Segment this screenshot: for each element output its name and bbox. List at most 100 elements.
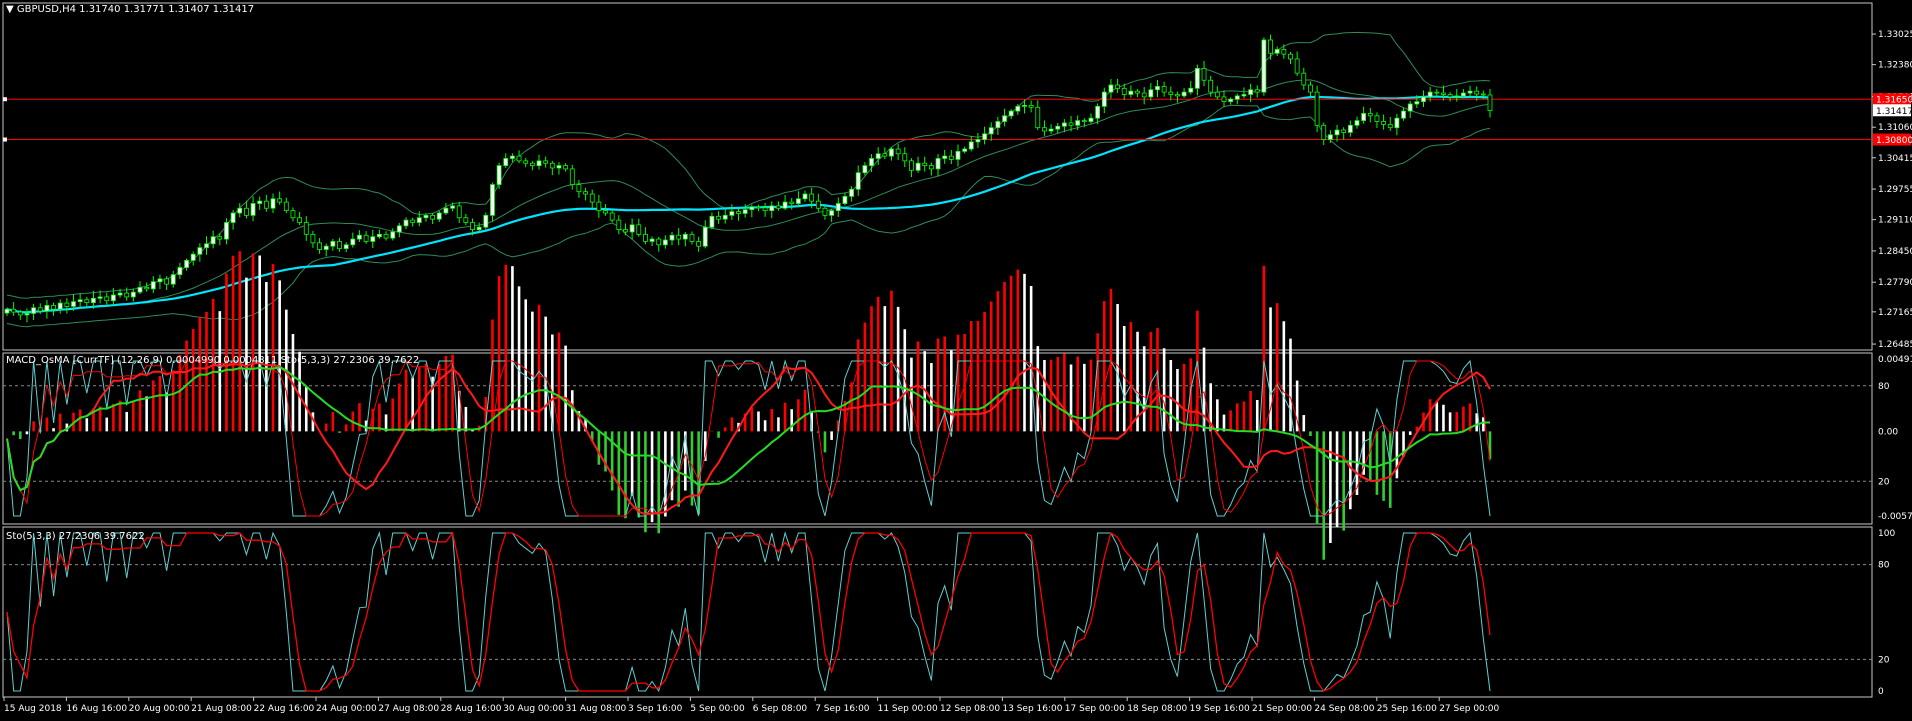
candle: [656, 236, 662, 252]
candle-body: [210, 236, 216, 245]
candle: [849, 186, 854, 202]
candle: [968, 135, 974, 152]
menu-triangle-icon[interactable]: ▼: [6, 4, 14, 15]
candle: [749, 204, 755, 218]
candle: [277, 191, 283, 205]
candle-body: [44, 305, 50, 312]
macd-sto-main-line: [6, 359, 1491, 518]
candle-body: [1261, 39, 1267, 93]
candle-body: [682, 233, 688, 240]
candle: [490, 182, 495, 222]
candle: [1135, 89, 1140, 98]
candle: [736, 208, 741, 221]
candle-body: [722, 214, 728, 220]
candle-body: [1168, 91, 1174, 95]
candle-body: [676, 234, 682, 240]
candle: [722, 209, 728, 224]
candle-body: [623, 229, 628, 233]
time-tick-label: 24 Aug 00:00: [316, 704, 377, 714]
candle: [889, 147, 894, 161]
candle-body: [1135, 90, 1140, 94]
time-tick-label: 6 Sep 08:00: [753, 704, 808, 714]
candle-body: [204, 243, 209, 249]
candle-body: [1161, 86, 1167, 93]
candle-body: [889, 148, 894, 157]
candle: [330, 238, 336, 251]
candle-body: [729, 211, 735, 216]
candle-body: [270, 198, 276, 209]
candle-body: [696, 241, 702, 247]
candle: [596, 194, 602, 218]
candle-body: [935, 158, 941, 170]
candle-body: [197, 247, 203, 255]
candle-body: [1181, 91, 1187, 97]
candle-body: [689, 233, 695, 242]
candle-body: [782, 201, 788, 209]
price-tick-label: 1.30415: [1878, 154, 1912, 164]
candle-body: [556, 165, 562, 169]
candle-body: [1461, 92, 1466, 97]
candle-body: [1115, 84, 1120, 89]
sto-signal-line: [6, 531, 1491, 692]
candle-body: [1121, 87, 1127, 95]
candle-body: [988, 127, 994, 135]
candle: [822, 205, 828, 220]
candle-body: [1288, 53, 1293, 60]
candle-body: [902, 153, 908, 162]
candle: [802, 190, 808, 202]
price-level-handle-1: [3, 137, 7, 142]
candle-body: [323, 245, 329, 250]
candle: [1055, 122, 1061, 134]
candle-body: [709, 215, 715, 228]
candle: [1241, 87, 1247, 99]
symbol-label: GBPUSD,H4: [16, 4, 76, 15]
candle-body: [849, 188, 854, 197]
candle-body: [895, 148, 901, 155]
candle-body: [1314, 91, 1320, 126]
candle-body: [1301, 72, 1307, 86]
candle-body: [1341, 129, 1347, 133]
candle: [1181, 88, 1187, 98]
candle: [928, 162, 934, 176]
candle: [370, 229, 376, 248]
candle: [1048, 124, 1054, 134]
candle-body: [470, 222, 475, 230]
candle: [1407, 100, 1413, 118]
candle: [829, 208, 835, 222]
candle: [190, 251, 196, 266]
candle-body: [589, 193, 595, 203]
candle-body: [164, 278, 170, 285]
candle: [543, 156, 549, 168]
macd-tick-label: 0.00: [1878, 427, 1898, 437]
candle: [104, 292, 110, 307]
price-tag-label-1: 1.31417: [1876, 107, 1912, 117]
candle: [1354, 116, 1360, 129]
candle-body: [244, 207, 249, 216]
candle: [1214, 86, 1220, 100]
candle: [962, 146, 968, 154]
candle-body: [1347, 124, 1353, 133]
candle-body: [563, 165, 569, 170]
price-tick-label: 1.27165: [1878, 308, 1912, 318]
candle: [230, 209, 236, 230]
candle: [1221, 90, 1227, 107]
macd-header: MACD_OsMA [CurrTF] (12,26,9) 0.0004990 0…: [6, 355, 420, 366]
candle-body: [516, 155, 522, 162]
bollinger-lower-line: [6, 104, 1491, 328]
candle: [310, 230, 316, 248]
candle-body: [4, 308, 10, 314]
time-tick-label: 21 Sep 00:00: [1252, 704, 1312, 714]
candle: [1387, 116, 1393, 131]
time-tick-label: 12 Sep 08:00: [940, 704, 1000, 714]
candle-body: [190, 253, 196, 261]
candle-body: [436, 212, 442, 220]
time-tick-label: 15 Aug 2018: [4, 704, 62, 714]
candle: [536, 154, 542, 170]
candle-body: [230, 212, 236, 223]
candle: [789, 197, 795, 210]
candle: [1035, 100, 1041, 131]
candle-body: [337, 241, 342, 249]
candle: [1101, 87, 1107, 114]
candle-body: [1015, 105, 1021, 112]
candle-body: [815, 200, 821, 209]
